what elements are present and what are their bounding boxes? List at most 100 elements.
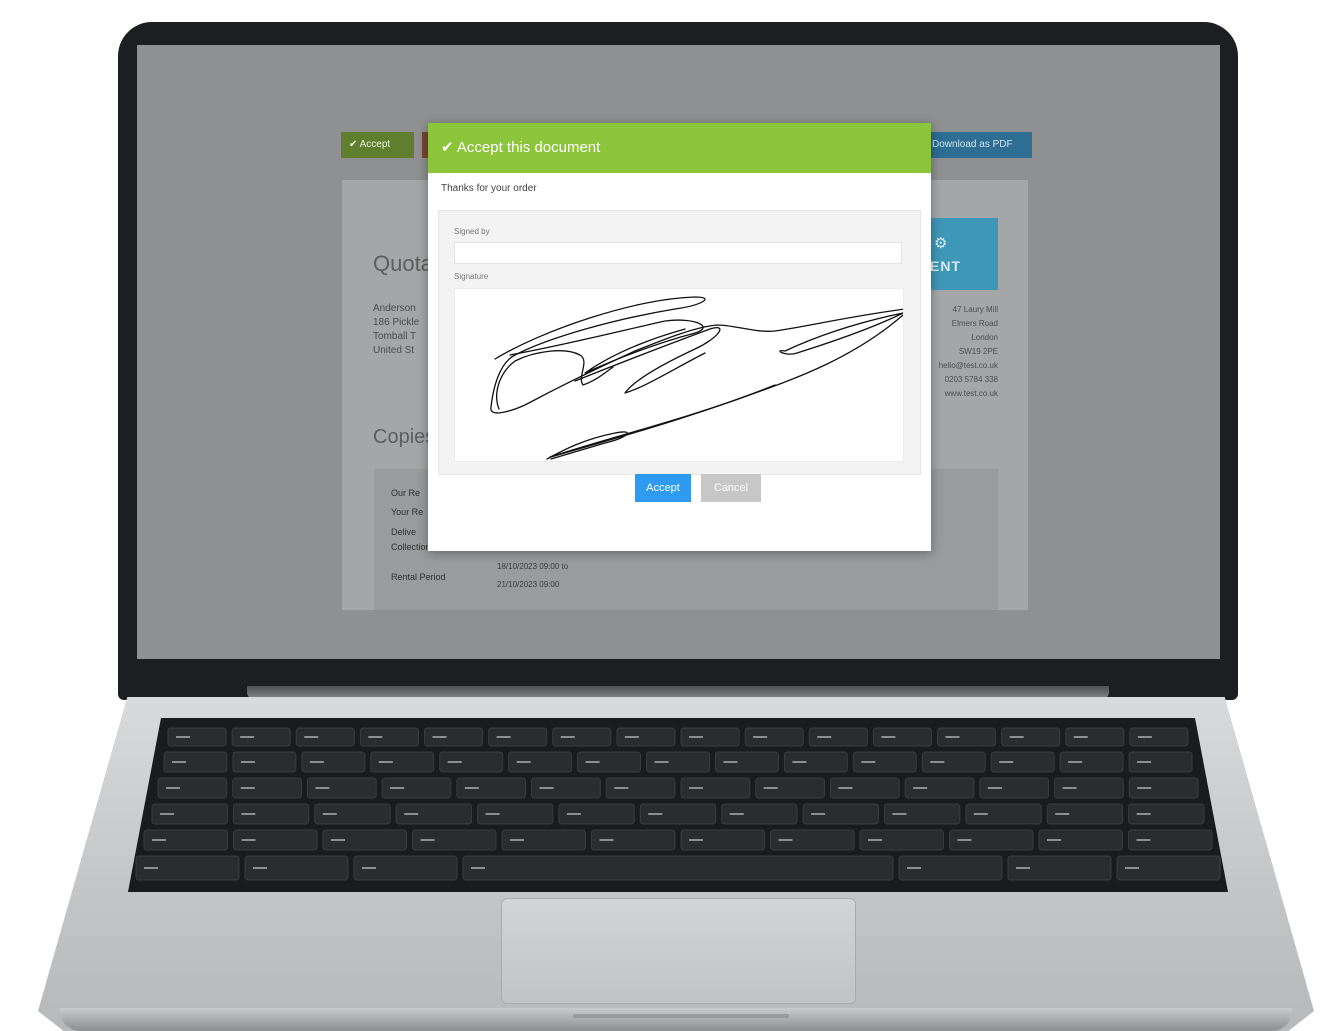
keyboard-key-legend bbox=[241, 839, 256, 841]
address-line: 186 Pickle bbox=[373, 317, 420, 328]
keyboard-key-legend bbox=[614, 787, 629, 789]
touchpad bbox=[501, 898, 856, 1004]
keyboard-key-legend bbox=[1137, 736, 1152, 738]
toolbar-accept-button[interactable]: ✔ Accept bbox=[341, 132, 414, 158]
keyboard-key-legend bbox=[240, 787, 255, 789]
keyboard-key-legend bbox=[404, 813, 419, 815]
keyboard-key-legend bbox=[304, 736, 319, 738]
keyboard-key-legend bbox=[1062, 787, 1077, 789]
keyboard-key-legend bbox=[1009, 736, 1024, 738]
address-line: Anderson bbox=[373, 303, 416, 314]
address-line: United St bbox=[373, 345, 415, 356]
keyboard-key-legend bbox=[907, 867, 921, 869]
keyboard-key-legend bbox=[172, 761, 186, 763]
info-label: Delive bbox=[391, 527, 417, 537]
info-value: 18/10/2023 09:00 to bbox=[497, 562, 569, 571]
keyboard-key-legend bbox=[817, 736, 832, 738]
keyboard-key-legend bbox=[390, 787, 405, 789]
keyboard-key-legend bbox=[464, 787, 479, 789]
company-logo bbox=[930, 218, 998, 290]
keyboard-key-legend bbox=[689, 736, 703, 738]
keyboard-key-legend bbox=[241, 813, 256, 815]
info-label: Your Re bbox=[391, 507, 424, 517]
keyboard-key-legend bbox=[420, 839, 435, 841]
keyboard-key-legend bbox=[432, 736, 447, 738]
info-value: 21/10/2023 09:00 bbox=[497, 580, 560, 589]
keyboard-key-legend bbox=[1047, 839, 1061, 841]
keyboard-key-legend bbox=[166, 787, 180, 789]
keyboard-key-legend bbox=[471, 867, 485, 869]
keyboard-key-legend bbox=[566, 813, 581, 815]
keyboard-key-legend bbox=[539, 787, 554, 789]
modal-title: ✔ Accept this document bbox=[441, 139, 601, 156]
keyboard-key-legend bbox=[315, 787, 330, 789]
keyboard-key-legend bbox=[585, 761, 600, 763]
keyboard-key-legend bbox=[378, 761, 393, 763]
keyboard-key-legend bbox=[648, 813, 663, 815]
keyboard-key-legend bbox=[689, 787, 703, 789]
keyboard-key-legend bbox=[240, 736, 255, 738]
toolbar-download-pdf-button[interactable]: Download as PDF bbox=[924, 132, 1032, 158]
keyboard-key-legend bbox=[811, 813, 826, 815]
keyboard-key-legend bbox=[930, 761, 945, 763]
keyboard-key-legend bbox=[1137, 787, 1152, 789]
keyboard bbox=[128, 718, 1228, 892]
keyboard-key-legend bbox=[723, 761, 738, 763]
keyboard-key-legend bbox=[624, 736, 639, 738]
keyboard-key-legend bbox=[1125, 867, 1139, 869]
keyboard-key-legend bbox=[957, 839, 972, 841]
company-logo-text: ENT bbox=[930, 258, 961, 274]
keyboard-key-legend bbox=[496, 736, 511, 738]
keyboard-key-legend bbox=[560, 736, 575, 738]
keyboard-key-legend bbox=[763, 787, 778, 789]
keyboard-key-legend bbox=[1136, 839, 1151, 841]
laptop-screen: ✔ Accept Download as PDF Quotation Ander… bbox=[137, 45, 1220, 659]
keyboard-key-legend bbox=[160, 813, 174, 815]
keyboard-key-legend bbox=[729, 813, 744, 815]
gear-icon: ⚙ bbox=[934, 235, 948, 252]
keyboard-key-legend bbox=[778, 839, 793, 841]
keyboard-key-legend bbox=[861, 761, 876, 763]
keyboard-key bbox=[462, 855, 894, 881]
cancel-button[interactable]: Cancel bbox=[701, 474, 761, 502]
keyboard-key-legend bbox=[868, 839, 882, 841]
keyboard-key-legend bbox=[987, 787, 1002, 789]
keyboard-key-legend bbox=[516, 761, 531, 763]
keyboard-key-legend bbox=[253, 867, 267, 869]
keyboard-key-legend bbox=[510, 839, 524, 841]
keyboard-key-legend bbox=[309, 761, 324, 763]
keyboard-key-legend bbox=[1136, 813, 1151, 815]
keyboard-key-legend bbox=[913, 787, 928, 789]
info-label: Our Re bbox=[391, 488, 421, 498]
keyboard-key-legend bbox=[689, 839, 703, 841]
keyboard-key-legend bbox=[599, 839, 614, 841]
customer-address: Anderson 186 Pickle Tomball T United St bbox=[373, 302, 419, 358]
signature-label: Signature bbox=[454, 272, 489, 281]
signature-drawing bbox=[490, 296, 906, 460]
keyboard-key-legend bbox=[362, 867, 376, 869]
keyboard-key-legend bbox=[1016, 867, 1030, 869]
keyboard-keys bbox=[135, 727, 1221, 881]
signature-canvas[interactable] bbox=[454, 288, 906, 462]
signed-by-input[interactable] bbox=[454, 242, 902, 264]
keyboard-key-legend bbox=[485, 813, 500, 815]
laptop-base-edge bbox=[60, 1008, 1292, 1031]
keyboard-key-legend bbox=[973, 813, 988, 815]
keyboard-key-legend bbox=[1068, 761, 1083, 763]
keyboard-key-legend bbox=[1073, 736, 1088, 738]
keyboard-key-legend bbox=[753, 736, 768, 738]
keyboard-key-legend bbox=[892, 813, 907, 815]
keyboard-key-legend bbox=[999, 761, 1014, 763]
accept-button[interactable]: Accept bbox=[635, 474, 691, 502]
keyboard-key-legend bbox=[945, 736, 960, 738]
keyboard-key-legend bbox=[240, 761, 255, 763]
keyboard-key-legend bbox=[1137, 761, 1152, 763]
laptop-front-notch bbox=[573, 1014, 789, 1018]
signed-by-label: Signed by bbox=[454, 227, 490, 236]
keyboard-key-legend bbox=[447, 761, 462, 763]
copies-heading: Copies bbox=[373, 426, 436, 448]
keyboard-key-legend bbox=[176, 736, 190, 738]
keyboard-key-legend bbox=[144, 867, 158, 869]
keyboard-key-legend bbox=[322, 813, 337, 815]
modal-subtitle: Thanks for your order bbox=[441, 183, 537, 194]
